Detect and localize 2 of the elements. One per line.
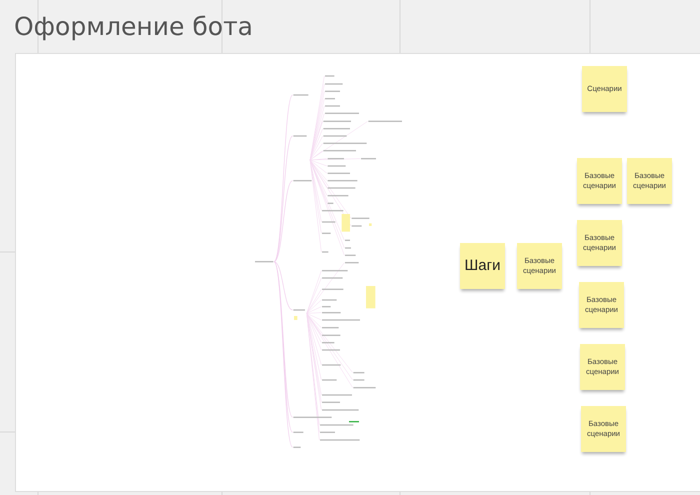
board-title: Оформление бота <box>13 11 254 41</box>
sticky-note: Шаги <box>460 243 505 289</box>
